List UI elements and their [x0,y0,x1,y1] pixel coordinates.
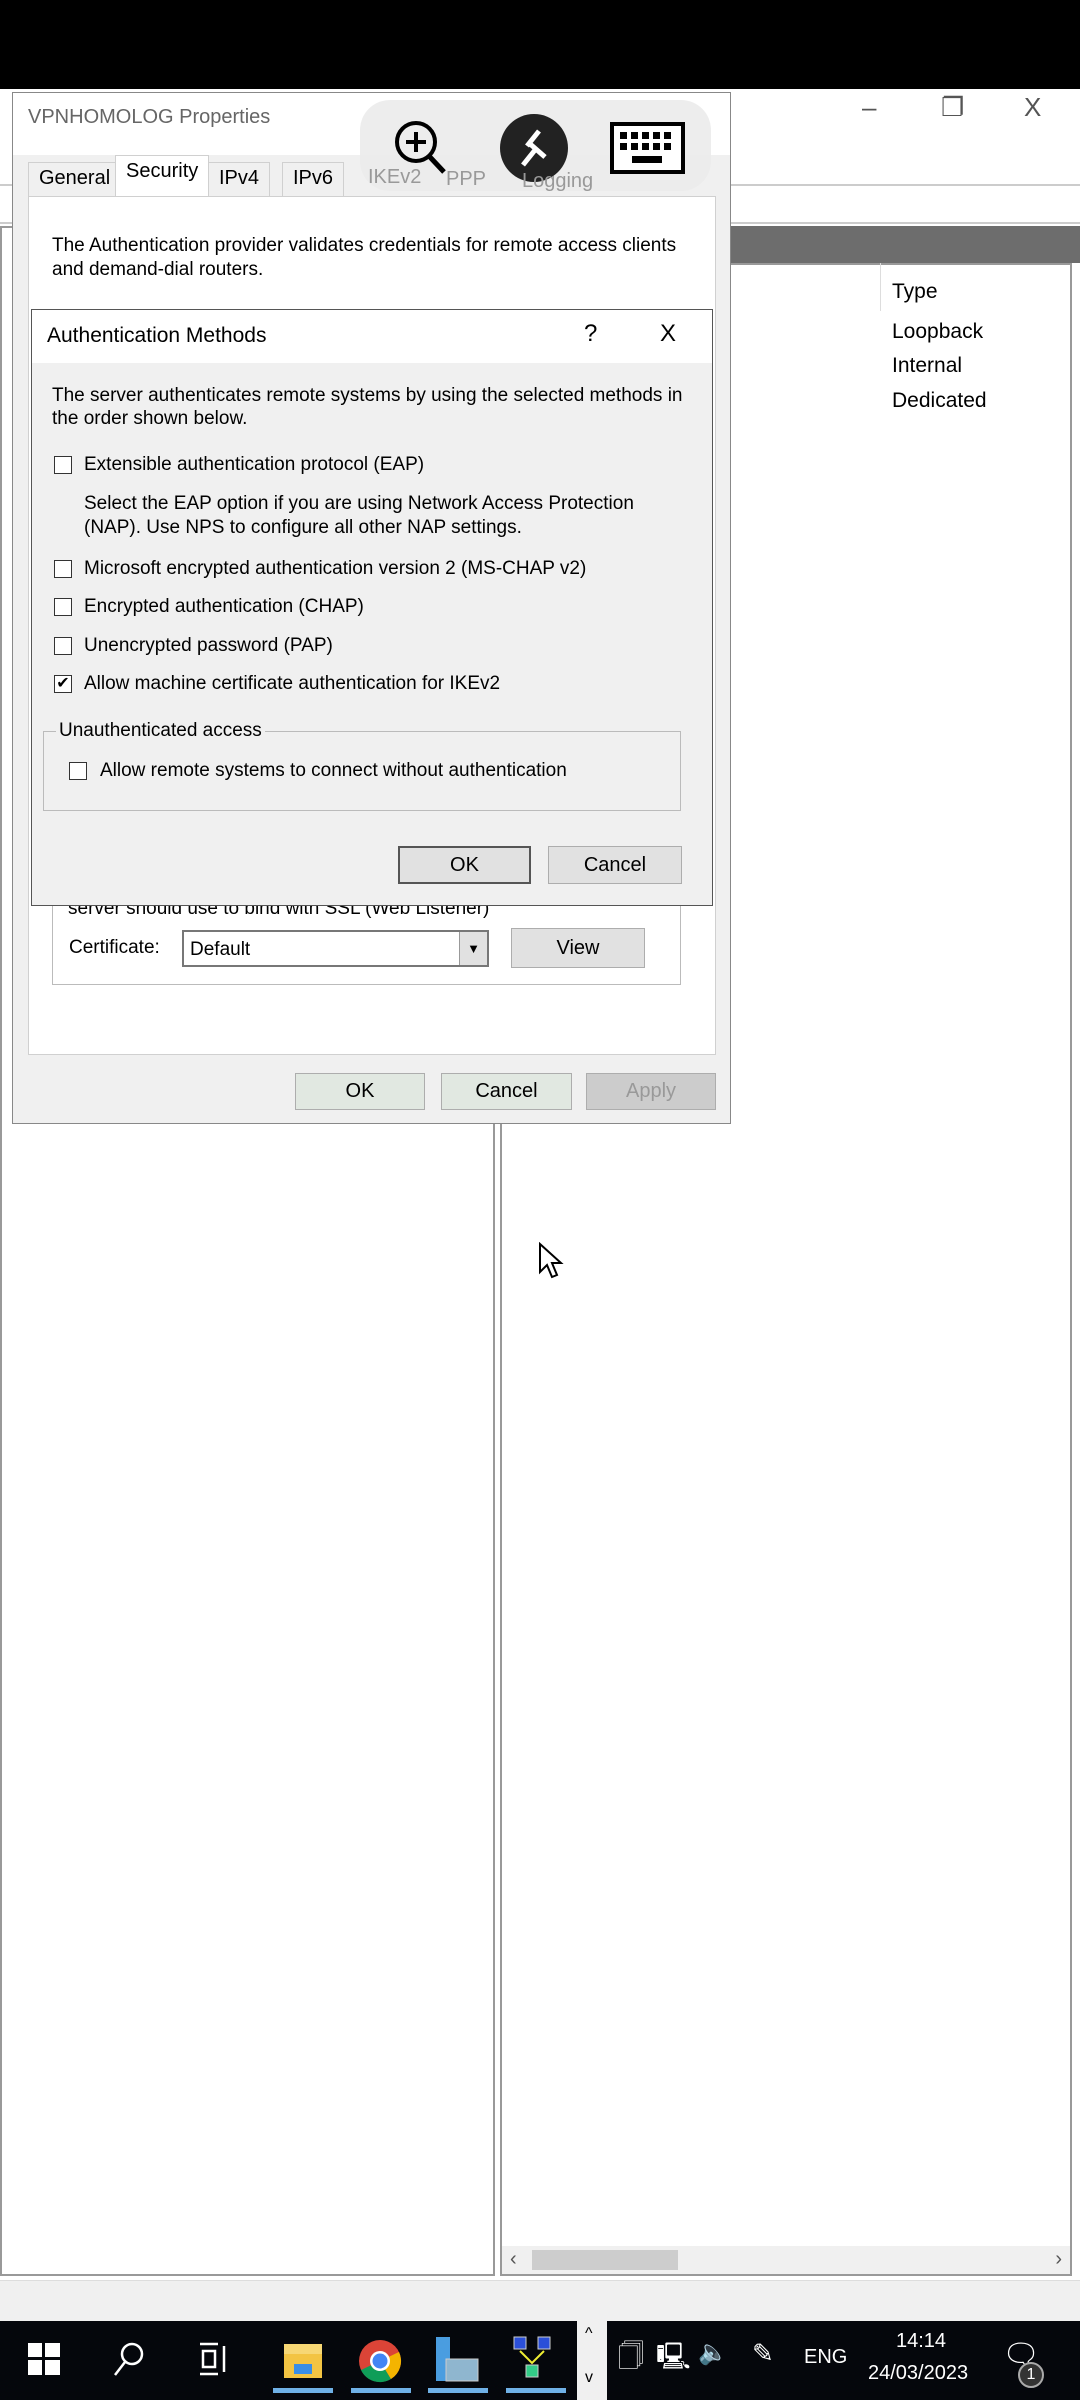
volume-muted-icon[interactable]: 🔈 [698,2338,728,2382]
clock-time[interactable]: 14:14 [896,2330,946,2353]
unauth-group-title: Unauthenticated access [56,720,265,742]
scroll-left-icon[interactable]: ‹ [510,2248,517,2271]
running-indicator [351,2388,411,2393]
close-window-button[interactable]: X [1024,92,1041,123]
eap-checkbox[interactable] [54,456,72,474]
mschapv2-label[interactable]: Microsoft encrypted authentication versi… [84,558,586,580]
type-cell: Dedicated [892,389,987,412]
properties-title: VPNHOMOLOG Properties [28,106,271,128]
running-indicator [428,2388,488,2393]
type-column-header[interactable]: Type [892,280,938,304]
auth-ok-button[interactable]: OK [398,846,531,884]
chap-checkbox[interactable] [54,598,72,616]
properties-ok-button[interactable]: OK [295,1073,425,1110]
ikev2-cert-label[interactable]: Allow machine certificate authentication… [84,673,500,695]
running-indicator [506,2388,566,2393]
tab-ipv6[interactable]: IPv6 [282,162,345,196]
properties-apply-button[interactable]: Apply [586,1073,716,1110]
mouse-cursor-icon [539,1242,564,1279]
tab-ipv4[interactable]: IPv4 [208,162,271,196]
tab-security[interactable]: Security [115,155,210,197]
properties-cancel-button[interactable]: Cancel [441,1073,572,1110]
file-explorer-icon[interactable] [282,2340,324,2382]
type-cell: Loopback [892,320,984,343]
auth-description: The server authenticates remote systems … [52,385,683,429]
language-indicator[interactable]: ENG [804,2346,847,2369]
usb-device-icon[interactable]: 🗍 [618,2338,644,2382]
eap-note: Select the EAP option if you are using N… [84,493,634,538]
chrome-icon[interactable] [358,2339,402,2383]
mschapv2-checkbox[interactable] [54,560,72,578]
tab-ppp[interactable]: PPP [436,164,496,198]
keyboard-icon[interactable] [610,122,685,174]
ikev2-cert-checkbox[interactable]: ✔ [54,675,72,693]
view-certificate-button[interactable]: View [511,928,645,968]
scroll-right-icon[interactable]: › [1055,2248,1062,2271]
tab-logging[interactable]: Logging [512,166,603,200]
tray-overflow-toggle[interactable]: ^ v [577,2321,607,2400]
column-divider [880,263,881,311]
clock-date[interactable]: 24/03/2023 [868,2362,968,2385]
details-header-bar [731,226,1080,263]
chevron-down-icon[interactable]: v [585,2369,593,2387]
certificate-dropdown[interactable]: Default ▼ [182,930,489,967]
chevron-up-icon[interactable]: ^ [585,2325,593,2343]
auth-provider-text: The Authentication provider validates cr… [52,235,677,280]
close-dialog-button[interactable]: X [660,320,676,348]
eap-label[interactable]: Extensible authentication protocol (EAP) [84,454,424,476]
type-cell: Internal [892,354,963,377]
unauth-label[interactable]: Allow remote systems to connect without … [100,760,567,782]
chevron-down-icon[interactable]: ▼ [459,932,487,965]
restore-button[interactable]: ❐ [941,92,964,123]
minimize-button[interactable]: – [862,92,876,123]
horizontal-scrollbar[interactable]: ‹ › [502,2246,1070,2274]
help-button[interactable]: ? [584,320,597,348]
auth-cancel-button[interactable]: Cancel [548,846,682,884]
scrollbar-thumb[interactable] [532,2250,678,2270]
routing-remote-access-icon[interactable] [510,2335,554,2383]
status-bar [0,2280,1080,2321]
running-indicator [273,2388,333,2393]
chap-label[interactable]: Encrypted authentication (CHAP) [84,596,364,618]
pap-label[interactable]: Unencrypted password (PAP) [84,635,333,657]
tab-ikev2[interactable]: IKEv2 [358,162,431,196]
certificate-label: Certificate: [69,937,160,958]
pap-checkbox[interactable] [54,637,72,655]
search-icon[interactable] [112,2340,146,2378]
server-manager-icon[interactable] [432,2337,480,2383]
task-view-icon[interactable] [198,2342,230,2376]
notification-count-badge: 1 [1018,2362,1044,2388]
tab-general[interactable]: General [28,162,122,196]
auth-dialog-title: Authentication Methods [47,324,267,347]
unauth-checkbox[interactable] [69,762,87,780]
pen-icon[interactable]: ✎ [752,2338,774,2382]
windows-start-icon[interactable] [28,2343,60,2375]
top-black-bar [0,0,1080,89]
network-icon[interactable]: 🖳 [656,2338,691,2382]
certificate-value: Default [190,939,251,960]
